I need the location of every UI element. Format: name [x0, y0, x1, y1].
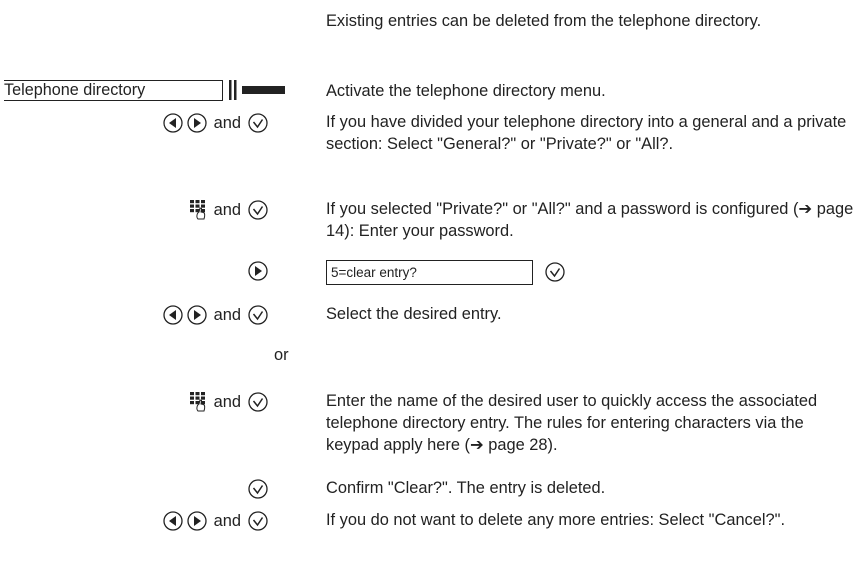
and-word: and — [213, 305, 241, 324]
intro-text: Existing entries can be deleted from the… — [326, 12, 762, 30]
right-arrow-instruction — [248, 261, 268, 281]
left-arrow-button-icon — [162, 113, 183, 133]
cancel-text: If you do not want to delete any more en… — [326, 511, 785, 529]
right-arrow-button-icon — [186, 511, 207, 531]
ok-check-button-icon — [248, 392, 268, 412]
menu-label-box: Telephone directory — [4, 80, 223, 101]
nav-ok-instruction: and — [162, 305, 268, 325]
password-text: If you selected "Private?" or "All?" and… — [326, 200, 854, 240]
activate-text: Activate the telephone directory menu. — [326, 82, 606, 100]
right-arrow-button-icon — [186, 113, 207, 133]
ok-check-button-icon — [248, 200, 268, 220]
right-arrow-button-icon — [186, 305, 207, 325]
menu-label: Telephone directory — [4, 81, 146, 99]
keypad-icon — [189, 200, 207, 220]
ok-check-button-icon — [248, 113, 268, 133]
keypad-icon — [189, 392, 207, 412]
select-entry-text: Select the desired entry. — [326, 305, 502, 323]
left-arrow-button-icon — [162, 511, 183, 531]
nav-ok-instruction: and — [162, 113, 268, 133]
enter-name-text: Enter the name of the desired user to qu… — [326, 392, 818, 454]
ok-check-button-icon — [248, 479, 268, 499]
left-arrow-button-icon — [162, 305, 183, 325]
display-screen: 5=clear entry? — [326, 260, 533, 285]
ok-check-button-icon — [545, 262, 565, 282]
display-text: 5=clear entry? — [331, 265, 417, 280]
or-word: or — [274, 346, 289, 364]
ok-instruction — [248, 479, 268, 499]
ok-check-button-icon — [248, 305, 268, 325]
confirm-text: Confirm "Clear?". The entry is deleted. — [326, 479, 606, 497]
right-arrow-button-icon — [248, 261, 268, 281]
keypad-ok-instruction: and — [189, 392, 268, 412]
keypad-ok-instruction: and — [189, 200, 268, 220]
and-word: and — [213, 113, 241, 132]
nav-ok-instruction: and — [162, 511, 268, 531]
divided-text: If you have divided your telephone direc… — [326, 113, 847, 153]
ok-check-button-icon — [248, 511, 268, 531]
and-word: and — [213, 511, 241, 530]
and-word: and — [213, 392, 241, 411]
menu-bars-icon — [229, 79, 287, 101]
and-word: and — [213, 200, 241, 219]
